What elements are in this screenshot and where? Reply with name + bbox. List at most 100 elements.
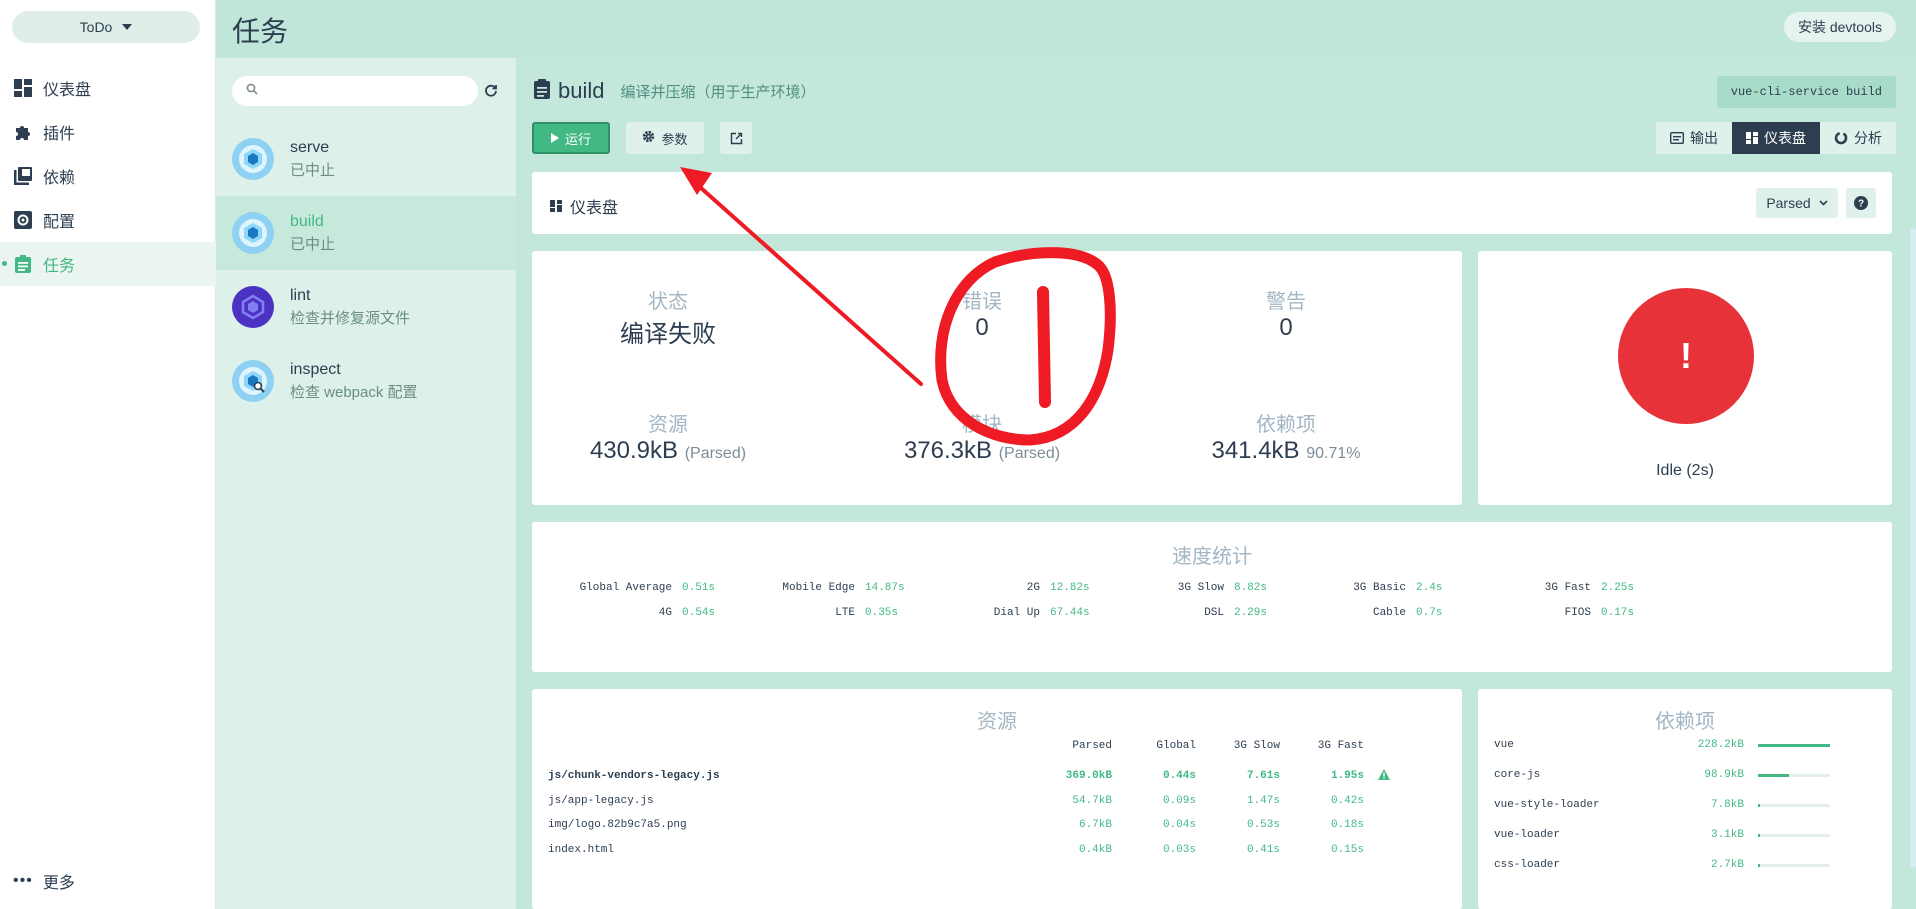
speed-stat: Dial Up 67.44s (930, 607, 1110, 619)
speed-stat-label: Cable (1372, 607, 1406, 619)
more-button[interactable]: ••• 更多 (13, 869, 75, 893)
parameters-button[interactable]: 参数 (626, 122, 704, 154)
speed-stat-label: Mobile Edge (782, 582, 855, 594)
refresh-button[interactable] (478, 78, 504, 104)
nav-item-tasks[interactable]: 任务 (0, 242, 216, 286)
webpack-inspect-icon (232, 360, 274, 402)
table-cell: 0.03s (1162, 844, 1196, 856)
run-button[interactable]: 运行 (532, 122, 610, 154)
run-label: 运行 (564, 131, 591, 147)
dependency-size-bar-fill (1758, 743, 1830, 747)
nav-item-config[interactable]: 配置 (0, 198, 216, 242)
webpack-icon (232, 138, 274, 180)
deps-title: 依赖项 (1655, 711, 1715, 733)
svg-text:?: ? (1858, 199, 1864, 210)
help-button[interactable]: ? (1846, 188, 1876, 218)
table-row: index.html 0.4kB 0.03s 0.41s 0.15s (548, 840, 1438, 860)
install-devtools-button[interactable]: 安装 devtools (1783, 12, 1896, 42)
dependency-size: 7.8kB (1710, 799, 1744, 811)
task-item-inspect[interactable]: inspect 检查 webpack 配置 (216, 344, 516, 418)
stat-label: 依赖项 (1256, 414, 1316, 436)
dependency-size: 228.2kB (1697, 739, 1744, 751)
speed-stat-value: 0.7s (1416, 607, 1443, 619)
scrollbar[interactable] (1910, 228, 1916, 868)
search-box[interactable] (232, 76, 478, 106)
stat-label: 模块 (962, 414, 1002, 436)
dependency-size: 3.1kB (1710, 829, 1744, 841)
speed-stat-value: 8.82s (1234, 582, 1268, 594)
build-stats: 状态 编译失败 错误 0 警告 0 资源 430.9kB (Parsed) 模块… (532, 251, 1462, 505)
dependency-size-bar (1758, 833, 1830, 837)
more-label: 更多 (42, 875, 75, 892)
stat-value: 0 (1279, 314, 1293, 341)
speed-stat-label: LTE (835, 607, 855, 619)
puzzle-icon (13, 122, 33, 142)
build-status-card: ! Idle (2s) (1478, 251, 1892, 505)
column-header: Global (1156, 740, 1196, 752)
task-desc: 检查 webpack 配置 (290, 383, 418, 401)
project-selector[interactable]: ToDo (12, 11, 200, 43)
table-row: js/app-legacy.js 54.7kB 0.09s 1.47s 0.42… (548, 791, 1438, 811)
asset-name: js/app-legacy.js (548, 795, 654, 807)
stat-note: (Parsed) (684, 445, 747, 462)
nav-item-dashboard[interactable]: 仪表盘 (0, 66, 216, 110)
table-cell: 0.15s (1330, 844, 1364, 856)
tab-dashboard[interactable]: 仪表盘 (1732, 122, 1820, 154)
task-item-serve[interactable]: serve 已中止 (216, 122, 516, 196)
tab-output[interactable]: 输出 (1656, 122, 1732, 154)
table-cell: 0.44s (1162, 770, 1196, 782)
task-name: serve (290, 138, 330, 156)
size-mode-select[interactable]: Parsed (1756, 188, 1838, 218)
table-cell: 1.95s (1330, 770, 1364, 782)
search-input[interactable] (266, 83, 466, 99)
nav-item-label: 任务 (43, 258, 76, 275)
speed-stats: 速度统计 Global Average 0.51s Mobile Edge 14.87… (532, 522, 1892, 672)
tab-analyze[interactable]: 分析 (1820, 122, 1896, 154)
stat-status: 状态 编译失败 (518, 285, 818, 349)
nav-item-plugins[interactable]: 插件 (0, 110, 216, 154)
nav-item-label: 配置 (43, 214, 76, 231)
speed-stat: Cable 0.7s (1296, 607, 1476, 619)
task-header: build 编译并压缩（用于生产环境） (534, 78, 816, 104)
left-nav: ToDo 仪表盘 插件 依赖 配置 任务 ••• 更多 (0, 0, 216, 909)
settings-applications-icon (13, 210, 33, 230)
dependency-name: vue-loader (1494, 829, 1561, 841)
dependency-name: vue (1494, 739, 1514, 751)
list-item: vue-style-loader 7.8kB (1494, 795, 1874, 815)
task-desc: 检查并修复源文件 (290, 309, 411, 327)
speed-stat-value: 67.44s (1050, 607, 1090, 619)
stat-errors: 错误 0 (832, 285, 1132, 342)
clipboard-icon (13, 254, 33, 274)
nav-item-dependencies[interactable]: 依赖 (0, 154, 216, 198)
speed-stat: 3G Fast 2.25s (1481, 582, 1661, 594)
open-external-button[interactable] (720, 122, 752, 154)
assets-header-row: Parsed Global 3G Slow 3G Fast (548, 736, 1438, 756)
speed-title: 速度统计 (1172, 546, 1252, 568)
webpack-icon (232, 212, 274, 254)
dashboard-icon (13, 78, 33, 98)
task-item-build[interactable]: build 已中止 (216, 196, 516, 270)
speed-stat-label: 4G (658, 607, 672, 619)
speed-stat-label: 3G Slow (1177, 582, 1224, 594)
column-header: Parsed (1072, 740, 1112, 752)
stat-label: 资源 (648, 414, 688, 436)
table-cell: 0.4kB (1078, 844, 1112, 856)
table-row: img/logo.82b9c7a5.png 6.7kB 0.04s 0.53s … (548, 815, 1438, 835)
list-item: css-loader 2.7kB (1494, 855, 1874, 875)
stat-label: 状态 (648, 291, 688, 313)
dependency-size-bar-fill (1758, 833, 1760, 837)
task-name: build (290, 212, 324, 230)
table-cell: 0.04s (1162, 819, 1196, 831)
speed-stat: LTE 0.35s (745, 607, 925, 619)
stat-value: 0 (975, 314, 989, 341)
task-item-lint[interactable]: lint 检查并修复源文件 (216, 270, 516, 344)
speed-stat-value: 2.29s (1234, 607, 1268, 619)
refresh-icon (485, 84, 497, 97)
dependency-size-bar-fill (1758, 863, 1760, 867)
project-name: ToDo (79, 19, 113, 35)
stat-value: 编译失败 (620, 321, 716, 348)
task-list: serve 已中止 build 已中止 lint 检查并修复源文件 inspec… (216, 58, 516, 909)
speed-stat: 3G Basic 2.4s (1296, 582, 1476, 594)
stat-label: 错误 (962, 291, 1002, 313)
stat-dependencies: 依赖项 341.4kB 90.71% (1136, 408, 1436, 465)
